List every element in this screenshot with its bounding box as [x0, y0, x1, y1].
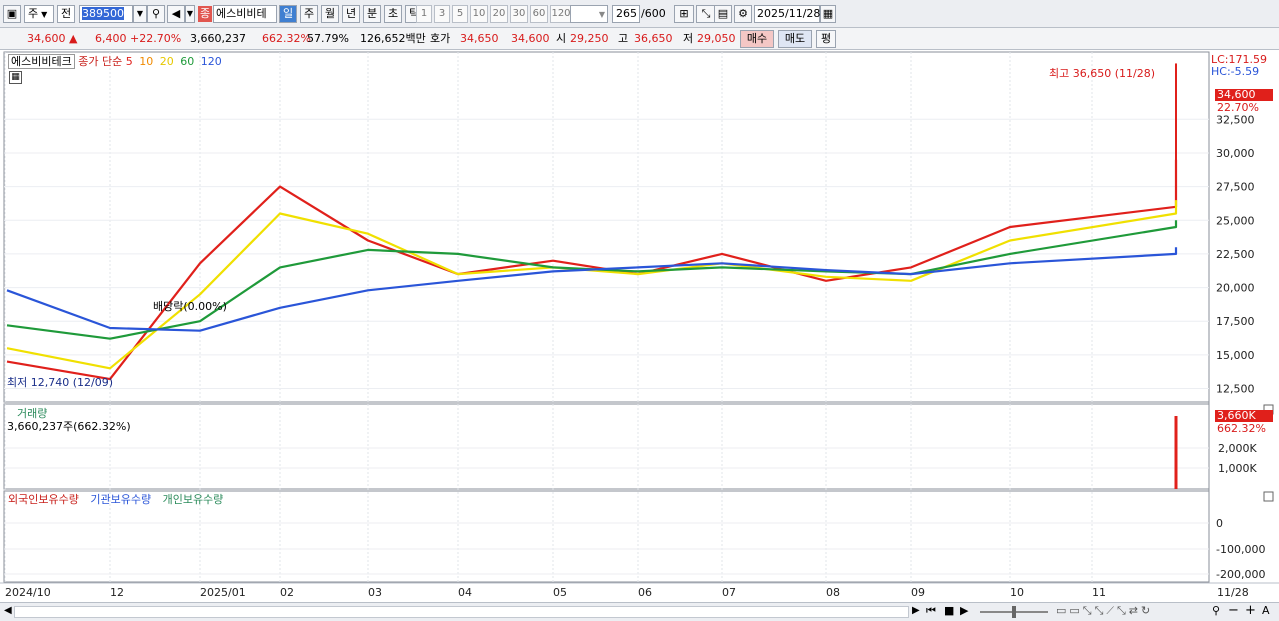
x-tick-label: 08 [826, 586, 840, 599]
legend-ma-20: 20 [159, 55, 174, 68]
current-price-tag: 34,600 [1215, 89, 1273, 101]
volume-current-tag: 3,660K [1215, 410, 1273, 422]
play-icon[interactable]: ▶ [960, 604, 968, 617]
stop-icon[interactable]: ■ [944, 604, 954, 617]
holding-tick-label: 0 [1216, 517, 1223, 530]
holding-legend: 외국인보유수량 기관보유수량 개인보유수량 [8, 491, 223, 507]
horizontal-scrollbar[interactable]: ◀ ▶ ⏮ ■ ▶ ▭▭⤡⤡⟋⤡⇄↻ ⚲ − + A [0, 602, 1279, 621]
dividend-annotation: 배당락(0.00%) [153, 300, 227, 313]
low-annotation: 최저 12,740 (12/09) [7, 376, 114, 389]
legend-ma-5: 5 [125, 55, 133, 68]
current-pct-tag: 22.70% [1217, 101, 1259, 114]
x-tick-label: 11/28 [1217, 586, 1249, 599]
x-tick-label: 04 [458, 586, 472, 599]
holding-tick-label: -100,000 [1216, 543, 1265, 556]
zoom-in-icon[interactable]: + [1245, 603, 1256, 618]
legend-ma-60: 60 [180, 55, 195, 68]
volume-value: 3,660,237주(662.32%) [7, 420, 131, 433]
price-tick-label: 32,500 [1216, 113, 1255, 126]
scroll-thumb[interactable] [14, 606, 909, 618]
x-tick-label: 06 [638, 586, 652, 599]
x-tick-label: 05 [553, 586, 567, 599]
search-icon[interactable]: ⚲ [1212, 604, 1220, 617]
price-tick-label: 17,500 [1216, 315, 1255, 328]
x-tick-label: 2025/01 [200, 586, 246, 599]
scroll-right-icon[interactable]: ▶ [912, 605, 920, 616]
legend-individual: 개인보유수량 [162, 493, 224, 506]
x-tick-label: 09 [911, 586, 925, 599]
x-tick-label: 03 [368, 586, 382, 599]
price-tick-label: 30,000 [1216, 147, 1255, 160]
volume-current-pct: 662.32% [1217, 422, 1266, 435]
price-panel-frame [3, 51, 1210, 403]
legend-ma-10: 10 [139, 55, 154, 68]
grid-toggle-icon[interactable]: ▦ [9, 71, 22, 84]
price-tick-label: 15,000 [1216, 349, 1255, 362]
drawing-tools-icon[interactable]: ▭▭⤡⤡⟋⤡⇄↻ [1056, 604, 1153, 618]
zoom-slider-handle[interactable] [1012, 606, 1016, 618]
zoom-out-icon[interactable]: − [1228, 603, 1239, 618]
x-tick-label: 02 [280, 586, 294, 599]
font-size-icon[interactable]: A [1262, 604, 1270, 617]
close-icon [1263, 491, 1274, 502]
x-tick-label: 10 [1010, 586, 1024, 599]
x-tick-label: 07 [722, 586, 736, 599]
price-tick-label: 20,000 [1216, 282, 1255, 295]
legend-indicator: 종가 단순 [78, 55, 123, 68]
legend-institution: 기관보유수량 [90, 493, 152, 506]
volume-tick-label: 1,000K [1218, 462, 1257, 475]
x-tick-label: 2024/10 [5, 586, 51, 599]
holding-tick-label: -200,000 [1216, 568, 1265, 581]
legend-stock-name: 에스비비테크 [8, 54, 75, 69]
x-tick-label: 11 [1092, 586, 1106, 599]
first-page-icon[interactable]: ⏮ [926, 604, 936, 618]
x-tick-label: 12 [110, 586, 124, 599]
price-tick-label: 25,000 [1216, 214, 1255, 227]
hc-label: HC:-5.59 [1211, 65, 1260, 78]
high-annotation: 최고 36,650 (11/28) [1049, 67, 1156, 80]
legend-ma-120: 120 [200, 55, 222, 68]
scroll-left-icon[interactable]: ◀ [4, 605, 12, 616]
volume-panel-frame [3, 403, 1210, 490]
price-tick-label: 12,500 [1216, 383, 1255, 396]
price-tick-label: 27,500 [1216, 181, 1255, 194]
price-tick-label: 22,500 [1216, 248, 1255, 261]
price-legend: 에스비비테크 종가 단순 5 10 20 60 120 [8, 53, 222, 69]
volume-tick-label: 2,000K [1218, 442, 1257, 455]
legend-foreign: 외국인보유수량 [8, 493, 79, 506]
